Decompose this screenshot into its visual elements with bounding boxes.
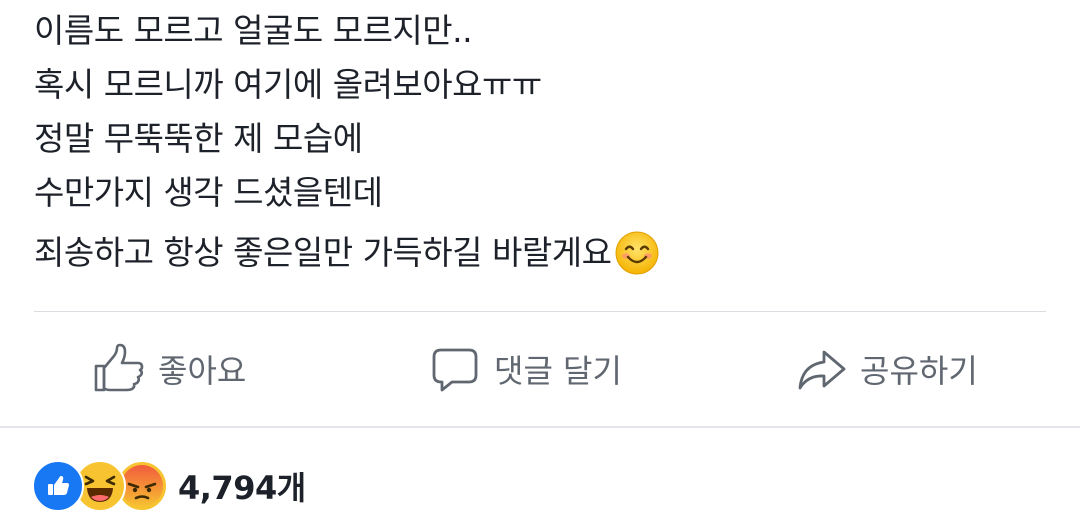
post-text-line: 죄송하고 항상 좋은일만 가득하길 바랄게요 xyxy=(34,233,612,272)
like-reaction-icon xyxy=(32,460,84,512)
share-arrow-icon xyxy=(792,340,850,398)
comment-button[interactable]: 댓글 달기 xyxy=(426,340,622,398)
like-button-label: 좋아요 xyxy=(158,352,247,390)
comment-button-label: 댓글 달기 xyxy=(494,352,622,390)
facebook-post: 이름도 모르고 얼굴도 모르지만.. 혹시 모르니까 여기에 올려보아요ㅠㅠ 정… xyxy=(0,0,1080,530)
divider xyxy=(0,426,1080,428)
share-button[interactable]: 공유하기 xyxy=(792,340,978,398)
comment-bubble-icon xyxy=(426,340,484,398)
smiling-face-emoji-icon xyxy=(615,231,659,275)
action-bar: 좋아요 댓글 달기 공유하기 xyxy=(0,312,1080,426)
post-text-line: 수만가지 생각 드셨을텐데 xyxy=(34,173,383,212)
post-text-line: 혹시 모르니까 여기에 올려보아요ㅠㅠ xyxy=(34,65,542,104)
share-button-label: 공유하기 xyxy=(860,352,978,390)
post-text-line: 정말 무뚝뚝한 제 모습에 xyxy=(34,119,363,158)
post-text: 이름도 모르고 얼굴도 모르지만.. 혹시 모르니까 여기에 올려보아요ㅠㅠ 정… xyxy=(34,4,1034,280)
reaction-summary[interactable]: 4,794개 xyxy=(32,460,306,512)
post-text-line: 이름도 모르고 얼굴도 모르지만.. xyxy=(34,11,473,50)
thumbs-up-icon xyxy=(90,340,148,398)
post-text-line-last: 죄송하고 항상 좋은일만 가득하길 바랄게요 xyxy=(34,226,1034,280)
reaction-count: 4,794개 xyxy=(178,469,306,507)
like-button[interactable]: 좋아요 xyxy=(90,340,246,398)
